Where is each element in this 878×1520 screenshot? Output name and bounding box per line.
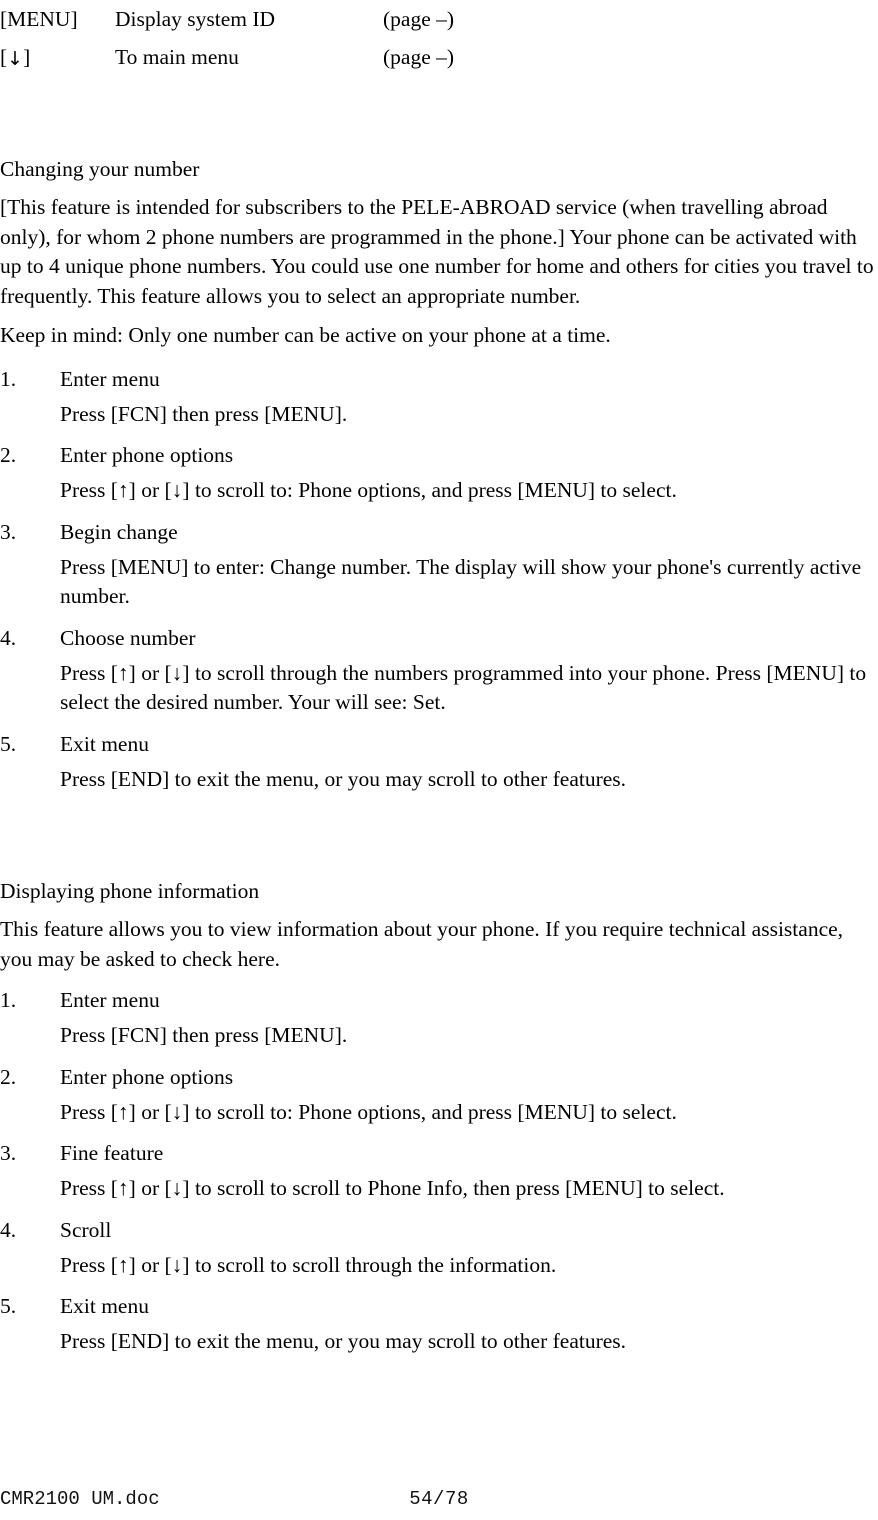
table-row: [↓] To main menu (page –) bbox=[0, 38, 878, 76]
step-heading: 4. Scroll bbox=[0, 1214, 878, 1246]
cross-reference-table: [MENU] Display system ID (page –) [↓] To… bbox=[0, 0, 878, 76]
list-item: 4. Choose number Press [↑] or [↓] to scr… bbox=[0, 622, 878, 718]
step-number: 4. bbox=[0, 1217, 17, 1242]
step-instruction: Press [↑] or [↓] to scroll to scroll thr… bbox=[60, 1252, 557, 1277]
step-instruction: Press [END] to exit the menu, or you may… bbox=[60, 1329, 627, 1353]
step-instruction: Press [↑] or [↓] to scroll to scroll to … bbox=[60, 1176, 725, 1200]
page-footer: CMR2100 UM.doc 54/78 bbox=[0, 1486, 878, 1512]
step-instruction: Press [FCN] then press [MENU]. bbox=[60, 1023, 348, 1047]
section-heading-displaying-phone-information: Displaying phone information bbox=[0, 879, 260, 903]
cross-reference-table-body: [MENU] Display system ID (page –) [↓] To… bbox=[0, 0, 878, 76]
page-content: [MENU] Display system ID (page –) [↓] To… bbox=[0, 0, 878, 1367]
step-heading: 5. Exit menu bbox=[0, 1290, 878, 1322]
bracket-open: [ bbox=[0, 45, 8, 69]
list-item: 5. Exit menu Press [END] to exit the men… bbox=[0, 728, 878, 795]
step-title: Enter phone options bbox=[60, 1064, 234, 1089]
section-intro-paragraph: [This feature is intended for subscriber… bbox=[0, 195, 874, 308]
xref-label-cell: To main menu bbox=[115, 45, 239, 69]
step-heading: 3. Begin change bbox=[0, 516, 878, 548]
list-item: 1. Enter menu Press [FCN] then press [ME… bbox=[0, 363, 878, 430]
step-number: 4. bbox=[0, 625, 17, 650]
step-instruction: Press [END] to exit the menu, or you may… bbox=[60, 766, 627, 791]
step-heading: 3. Fine feature bbox=[0, 1137, 878, 1169]
step-heading: 1. Enter menu bbox=[0, 363, 878, 395]
step-number: 3. bbox=[0, 519, 17, 544]
list-item: 5. Exit menu Press [END] to exit the men… bbox=[0, 1290, 878, 1357]
xref-key-cell: [MENU] bbox=[0, 7, 78, 31]
step-instruction: Press [↑] or [↓] to scroll to: Phone opt… bbox=[60, 478, 677, 502]
step-title: Fine feature bbox=[60, 1141, 164, 1165]
xref-page-cell: (page –) bbox=[383, 7, 455, 31]
list-item: 3. Fine feature Press [↑] or [↓] to scro… bbox=[0, 1137, 878, 1204]
step-title: Begin change bbox=[60, 519, 178, 544]
step-title: Enter phone options bbox=[60, 443, 234, 467]
list-item: 2. Enter phone options Press [↑] or [↓] … bbox=[0, 1061, 878, 1128]
list-item: 4. Scroll Press [↑] or [↓] to scroll to … bbox=[0, 1214, 878, 1281]
step-number: 2. bbox=[0, 1064, 17, 1089]
step-number: 1. bbox=[0, 366, 17, 391]
step-list: 1. Enter menu Press [FCN] then press [ME… bbox=[0, 984, 878, 1357]
step-heading: 4. Choose number bbox=[0, 622, 878, 654]
section-heading-changing-your-number: Changing your number bbox=[0, 157, 200, 181]
arrow-down-icon: ↓ bbox=[7, 48, 24, 70]
bracket-close: ] bbox=[23, 45, 31, 69]
step-heading: 5. Exit menu bbox=[0, 728, 878, 760]
step-title: Exit menu bbox=[60, 731, 149, 756]
step-heading: 1. Enter menu bbox=[0, 984, 878, 1016]
xref-page-cell: (page –) bbox=[383, 45, 455, 69]
step-number: 5. bbox=[0, 1294, 17, 1318]
section-intro-paragraph: This feature allows you to view informat… bbox=[0, 917, 844, 971]
step-instruction: Press [MENU] to enter: Change number. Th… bbox=[60, 554, 862, 609]
footer-page-number: 54/78 bbox=[409, 1488, 469, 1510]
table-row: [MENU] Display system ID (page –) bbox=[0, 0, 878, 38]
step-title: Enter menu bbox=[60, 366, 160, 391]
xref-label-cell: Display system ID bbox=[115, 7, 276, 31]
step-number: 3. bbox=[0, 1141, 17, 1165]
step-number: 2. bbox=[0, 443, 17, 467]
list-item: 3. Begin change Press [MENU] to enter: C… bbox=[0, 516, 878, 612]
xref-key-cell: [↓] bbox=[0, 38, 115, 76]
step-number: 5. bbox=[0, 731, 17, 756]
document-page: [MENU] Display system ID (page –) [↓] To… bbox=[0, 0, 878, 1520]
step-heading: 2. Enter phone options bbox=[0, 1061, 878, 1093]
list-item: 2. Enter phone options Press [↑] or [↓] … bbox=[0, 439, 878, 506]
step-number: 1. bbox=[0, 988, 17, 1012]
step-title: Choose number bbox=[60, 625, 196, 650]
step-heading: 2. Enter phone options bbox=[0, 439, 878, 471]
step-title: Enter menu bbox=[60, 988, 160, 1012]
step-instruction: Press [FCN] then press [MENU]. bbox=[60, 401, 348, 426]
step-instruction: Press [↑] or [↓] to scroll to: Phone opt… bbox=[60, 1099, 677, 1124]
list-item: 1. Enter menu Press [FCN] then press [ME… bbox=[0, 984, 878, 1051]
step-list: 1. Enter menu Press [FCN] then press [ME… bbox=[0, 363, 878, 795]
step-title: Scroll bbox=[60, 1217, 112, 1242]
step-instruction: Press [↑] or [↓] to scroll through the n… bbox=[60, 660, 867, 715]
step-title: Exit menu bbox=[60, 1294, 149, 1318]
section-note-paragraph: Keep in mind: Only one number can be act… bbox=[0, 323, 611, 347]
